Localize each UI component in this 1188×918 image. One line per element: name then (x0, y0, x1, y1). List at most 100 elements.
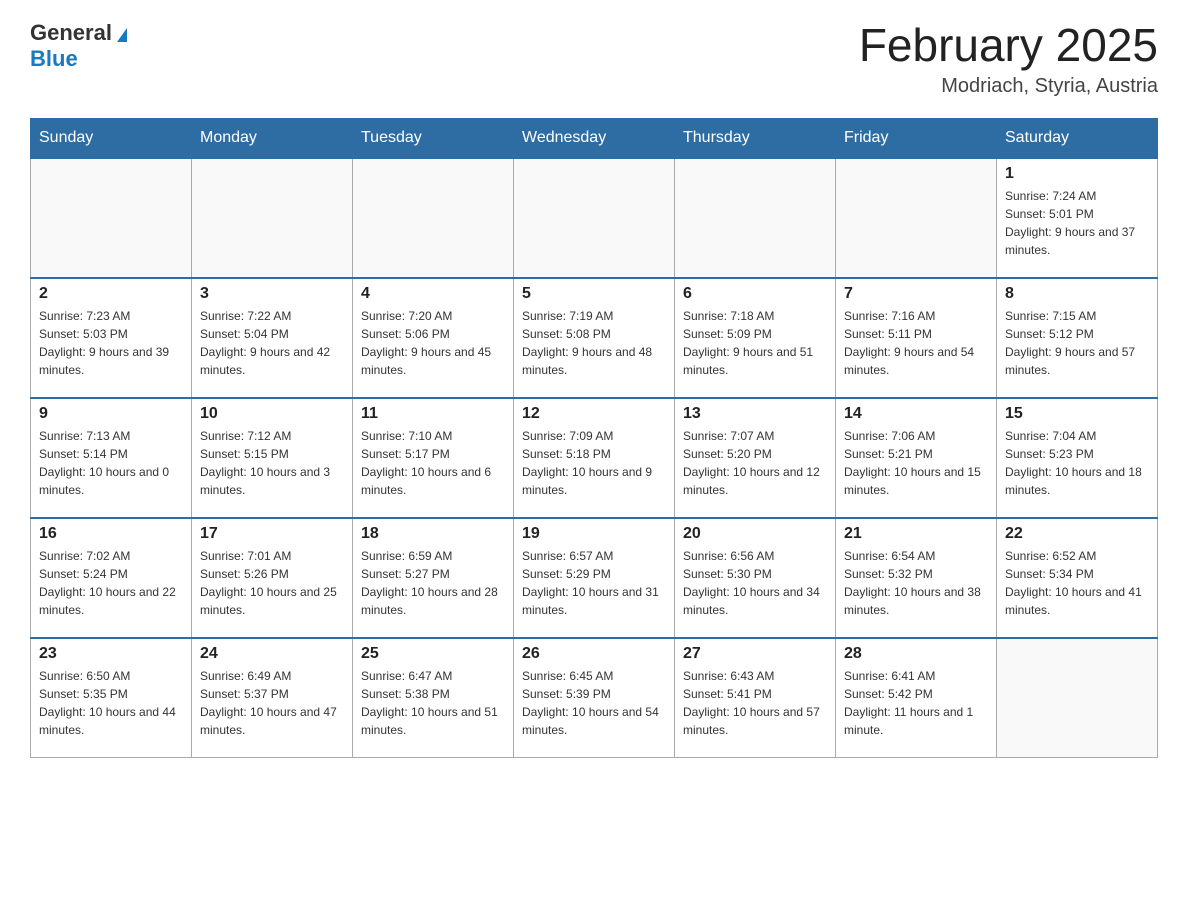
table-row: 20 Sunrise: 6:56 AMSunset: 5:30 PMDayligh… (675, 518, 836, 638)
day-info: Sunrise: 6:59 AMSunset: 5:27 PMDaylight:… (361, 547, 505, 619)
day-number: 5 (522, 285, 666, 303)
col-friday: Friday (836, 118, 997, 158)
day-info: Sunrise: 7:23 AMSunset: 5:03 PMDaylight:… (39, 307, 183, 379)
day-info: Sunrise: 7:09 AMSunset: 5:18 PMDaylight:… (522, 427, 666, 499)
day-info: Sunrise: 7:02 AMSunset: 5:24 PMDaylight:… (39, 547, 183, 619)
day-number: 27 (683, 645, 827, 663)
table-row: 8 Sunrise: 7:15 AMSunset: 5:12 PMDaylight… (997, 278, 1158, 398)
logo-general-text: General (30, 20, 112, 46)
day-number: 10 (200, 405, 344, 423)
table-row: 14 Sunrise: 7:06 AMSunset: 5:21 PMDayligh… (836, 398, 997, 518)
day-number: 16 (39, 525, 183, 543)
day-number: 13 (683, 405, 827, 423)
day-number: 23 (39, 645, 183, 663)
day-number: 22 (1005, 525, 1149, 543)
day-number: 21 (844, 525, 988, 543)
day-number: 20 (683, 525, 827, 543)
day-info: Sunrise: 7:15 AMSunset: 5:12 PMDaylight:… (1005, 307, 1149, 379)
day-info: Sunrise: 7:04 AMSunset: 5:23 PMDaylight:… (1005, 427, 1149, 499)
col-thursday: Thursday (675, 118, 836, 158)
day-number: 25 (361, 645, 505, 663)
table-row: 28 Sunrise: 6:41 AMSunset: 5:42 PMDayligh… (836, 638, 997, 758)
table-row: 23 Sunrise: 6:50 AMSunset: 5:35 PMDayligh… (31, 638, 192, 758)
day-info: Sunrise: 6:50 AMSunset: 5:35 PMDaylight:… (39, 667, 183, 739)
day-number: 3 (200, 285, 344, 303)
table-row (192, 158, 353, 278)
day-info: Sunrise: 6:43 AMSunset: 5:41 PMDaylight:… (683, 667, 827, 739)
day-number: 2 (39, 285, 183, 303)
day-info: Sunrise: 7:07 AMSunset: 5:20 PMDaylight:… (683, 427, 827, 499)
day-number: 1 (1005, 165, 1149, 183)
table-row: 13 Sunrise: 7:07 AMSunset: 5:20 PMDayligh… (675, 398, 836, 518)
table-row: 26 Sunrise: 6:45 AMSunset: 5:39 PMDayligh… (514, 638, 675, 758)
calendar-week-row: 9Sunrise: 7:13 AMSunset: 5:14 PMDaylight… (31, 398, 1158, 518)
day-info: Sunrise: 6:54 AMSunset: 5:32 PMDaylight:… (844, 547, 988, 619)
day-info: Sunrise: 6:49 AMSunset: 5:37 PMDaylight:… (200, 667, 344, 739)
day-number: 17 (200, 525, 344, 543)
table-row (514, 158, 675, 278)
day-number: 11 (361, 405, 505, 423)
table-row: 15Sunrise: 7:04 AMSunset: 5:23 PMDayligh… (997, 398, 1158, 518)
table-row: 7Sunrise: 7:16 AMSunset: 5:11 PMDaylight… (836, 278, 997, 398)
table-row (353, 158, 514, 278)
table-row: 18 Sunrise: 6:59 AMSunset: 5:27 PMDayligh… (353, 518, 514, 638)
day-number: 4 (361, 285, 505, 303)
table-row (31, 158, 192, 278)
table-row: 25 Sunrise: 6:47 AMSunset: 5:38 PMDayligh… (353, 638, 514, 758)
calendar-table: Sunday Monday Tuesday Wednesday Thursday… (30, 118, 1158, 759)
table-row: 22 Sunrise: 6:52 AMSunset: 5:34 PMDayligh… (997, 518, 1158, 638)
day-number: 18 (361, 525, 505, 543)
day-info: Sunrise: 7:16 AMSunset: 5:11 PMDaylight:… (844, 307, 988, 379)
day-number: 28 (844, 645, 988, 663)
logo: General Blue (30, 20, 127, 72)
location: Modriach, Styria, Austria (859, 75, 1158, 98)
day-info: Sunrise: 7:22 AMSunset: 5:04 PMDaylight:… (200, 307, 344, 379)
day-info: Sunrise: 6:52 AMSunset: 5:34 PMDaylight:… (1005, 547, 1149, 619)
day-number: 26 (522, 645, 666, 663)
col-tuesday: Tuesday (353, 118, 514, 158)
day-number: 8 (1005, 285, 1149, 303)
col-monday: Monday (192, 118, 353, 158)
day-number: 14 (844, 405, 988, 423)
calendar-week-row: 23 Sunrise: 6:50 AMSunset: 5:35 PMDayligh… (31, 638, 1158, 758)
day-info: Sunrise: 7:20 AMSunset: 5:06 PMDaylight:… (361, 307, 505, 379)
day-info: Sunrise: 7:01 AMSunset: 5:26 PMDaylight:… (200, 547, 344, 619)
calendar-week-row: 1 Sunrise: 7:24 AMSunset: 5:01 PMDaylight… (31, 158, 1158, 278)
table-row: 2 Sunrise: 7:23 AMSunset: 5:03 PMDaylight… (31, 278, 192, 398)
day-info: Sunrise: 7:24 AMSunset: 5:01 PMDaylight:… (1005, 187, 1149, 259)
calendar-week-row: 2 Sunrise: 7:23 AMSunset: 5:03 PMDaylight… (31, 278, 1158, 398)
day-info: Sunrise: 7:18 AMSunset: 5:09 PMDaylight:… (683, 307, 827, 379)
table-row: 11Sunrise: 7:10 AMSunset: 5:17 PMDayligh… (353, 398, 514, 518)
table-row: 24Sunrise: 6:49 AMSunset: 5:37 PMDayligh… (192, 638, 353, 758)
table-row: 9Sunrise: 7:13 AMSunset: 5:14 PMDaylight… (31, 398, 192, 518)
table-row: 16 Sunrise: 7:02 AMSunset: 5:24 PMDayligh… (31, 518, 192, 638)
table-row: 10 Sunrise: 7:12 AMSunset: 5:15 PMDayligh… (192, 398, 353, 518)
table-row: 27 Sunrise: 6:43 AMSunset: 5:41 PMDayligh… (675, 638, 836, 758)
month-title: February 2025 (859, 20, 1158, 71)
day-info: Sunrise: 7:13 AMSunset: 5:14 PMDaylight:… (39, 427, 183, 499)
col-wednesday: Wednesday (514, 118, 675, 158)
day-info: Sunrise: 6:57 AMSunset: 5:29 PMDaylight:… (522, 547, 666, 619)
table-row (836, 158, 997, 278)
calendar-header-row: Sunday Monday Tuesday Wednesday Thursday… (31, 118, 1158, 158)
col-sunday: Sunday (31, 118, 192, 158)
table-row: 6Sunrise: 7:18 AMSunset: 5:09 PMDaylight… (675, 278, 836, 398)
day-info: Sunrise: 6:47 AMSunset: 5:38 PMDaylight:… (361, 667, 505, 739)
day-number: 12 (522, 405, 666, 423)
table-row: 3 Sunrise: 7:22 AMSunset: 5:04 PMDaylight… (192, 278, 353, 398)
table-row: 17 Sunrise: 7:01 AMSunset: 5:26 PMDayligh… (192, 518, 353, 638)
table-row: 5 Sunrise: 7:19 AMSunset: 5:08 PMDaylight… (514, 278, 675, 398)
day-info: Sunrise: 6:41 AMSunset: 5:42 PMDaylight:… (844, 667, 988, 739)
table-row: 21 Sunrise: 6:54 AMSunset: 5:32 PMDayligh… (836, 518, 997, 638)
table-row (997, 638, 1158, 758)
logo-blue-text: Blue (30, 46, 78, 71)
title-area: February 2025 Modriach, Styria, Austria (859, 20, 1158, 98)
table-row: 19Sunrise: 6:57 AMSunset: 5:29 PMDayligh… (514, 518, 675, 638)
table-row: 12 Sunrise: 7:09 AMSunset: 5:18 PMDayligh… (514, 398, 675, 518)
col-saturday: Saturday (997, 118, 1158, 158)
day-info: Sunrise: 6:45 AMSunset: 5:39 PMDaylight:… (522, 667, 666, 739)
day-info: Sunrise: 7:06 AMSunset: 5:21 PMDaylight:… (844, 427, 988, 499)
day-info: Sunrise: 7:19 AMSunset: 5:08 PMDaylight:… (522, 307, 666, 379)
day-info: Sunrise: 7:12 AMSunset: 5:15 PMDaylight:… (200, 427, 344, 499)
day-info: Sunrise: 6:56 AMSunset: 5:30 PMDaylight:… (683, 547, 827, 619)
